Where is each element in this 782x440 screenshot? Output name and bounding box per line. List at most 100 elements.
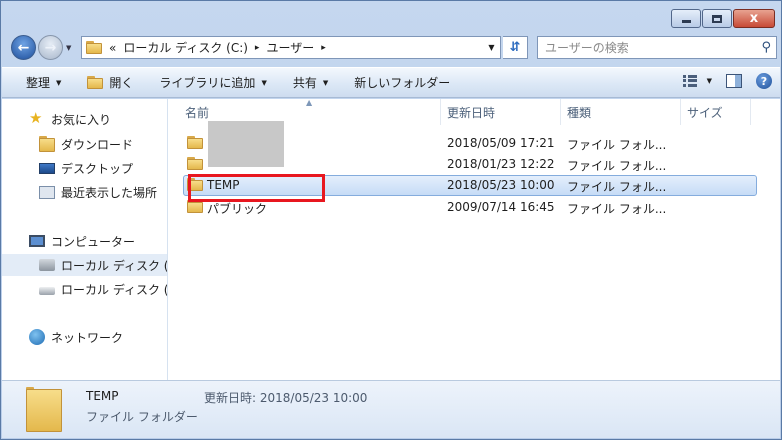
column-size-label: サイズ bbox=[687, 105, 723, 120]
maximize-button[interactable] bbox=[702, 9, 732, 28]
address-bar[interactable]: « ローカル ディスク (C:) ▸ ユーザー ▸ ▼ bbox=[81, 36, 501, 59]
open-folder-icon bbox=[87, 76, 104, 89]
drive-icon bbox=[39, 287, 55, 295]
downloads-folder-icon bbox=[39, 136, 55, 152]
view-options-button[interactable]: ▼ bbox=[682, 75, 712, 87]
table-row[interactable]: 2018/01/23 12:22 ファイル フォル... bbox=[183, 121, 757, 175]
command-bar: 整理 ▼ 開く ライブラリに追加 ▼ 共有 ▼ 新しいフォルダー ▼ ? bbox=[2, 67, 780, 98]
chevron-down-icon: ▼ bbox=[56, 78, 62, 87]
close-icon: x bbox=[749, 11, 759, 26]
navigation-pane[interactable]: ★ お気に入り ダウンロード デスクトップ 最近表示した場所 コンピューター ロ… bbox=[2, 99, 168, 380]
search-icon[interactable]: ⚲ bbox=[761, 40, 771, 55]
refresh-button[interactable]: ⇵ bbox=[503, 36, 528, 59]
file-type: ファイル フォル... bbox=[567, 138, 667, 152]
sidebar-item-local-disk-2[interactable]: ローカル ディスク ( bbox=[2, 278, 168, 300]
folder-icon bbox=[187, 157, 203, 170]
file-type: ファイル フォル... bbox=[567, 202, 667, 216]
address-row: ← → ▼ « ローカル ディスク (C:) ▸ ユーザー ▸ ▼ ⇵ ユーザー… bbox=[9, 34, 777, 62]
column-name-label: 名前 bbox=[185, 105, 210, 120]
file-list[interactable]: ▲ 名前 更新日時 種類 サイズ 2018/05/09 17:21 ファイル フ… bbox=[169, 98, 780, 380]
search-placeholder: ユーザーの検索 bbox=[545, 41, 629, 55]
sidebar-item-label: ローカル ディスク ( bbox=[61, 282, 168, 297]
address-dropdown-button[interactable]: ▼ bbox=[482, 37, 500, 58]
recent-places-icon bbox=[39, 185, 55, 199]
sidebar-item-label: ネットワーク bbox=[51, 330, 124, 345]
main-area: ★ お気に入り ダウンロード デスクトップ 最近表示した場所 コンピューター ロ… bbox=[2, 98, 780, 380]
column-header-type[interactable]: 種類 bbox=[561, 99, 681, 125]
sidebar-item-favorites[interactable]: ★ お気に入り bbox=[2, 108, 167, 130]
sidebar-item-label: 最近表示した場所 bbox=[61, 185, 158, 200]
breadcrumb-users[interactable]: ユーザー bbox=[266, 39, 314, 56]
file-modified: 2018/01/23 12:22 bbox=[447, 157, 555, 171]
sidebar-item-label: コンピューター bbox=[51, 234, 136, 249]
sidebar-item-recent[interactable]: 最近表示した場所 bbox=[2, 181, 167, 203]
preview-pane-icon[interactable] bbox=[726, 74, 742, 88]
maximize-icon bbox=[712, 14, 722, 23]
arrow-left-icon: ← bbox=[17, 39, 30, 56]
large-folder-icon bbox=[26, 387, 62, 432]
folder-icon bbox=[187, 136, 203, 149]
open-button[interactable]: 開く bbox=[87, 74, 133, 91]
star-icon: ★ bbox=[29, 109, 43, 127]
details-modified-label: 更新日時: bbox=[204, 391, 257, 405]
add-to-library-label: ライブラリに追加 bbox=[159, 76, 256, 90]
close-button[interactable]: x bbox=[733, 9, 775, 28]
column-header-modified[interactable]: 更新日時 bbox=[441, 99, 561, 125]
breadcrumb-separator[interactable]: ▸ bbox=[255, 43, 260, 53]
organize-menu[interactable]: 整理 ▼ bbox=[26, 74, 61, 91]
breadcrumb-overflow[interactable]: « bbox=[109, 41, 116, 55]
annotation-highlight-box bbox=[188, 174, 325, 202]
forward-button[interactable]: → bbox=[38, 35, 63, 60]
sidebar-item-desktop[interactable]: デスクトップ bbox=[2, 157, 167, 179]
sidebar-item-downloads[interactable]: ダウンロード bbox=[2, 133, 167, 155]
breadcrumb-separator[interactable]: ▸ bbox=[321, 43, 326, 53]
new-folder-label: 新しいフォルダー bbox=[354, 76, 451, 90]
file-type: ファイル フォル... bbox=[567, 159, 667, 173]
file-modified: 2009/07/14 16:45 bbox=[447, 200, 555, 214]
details-pane: TEMP ファイル フォルダー 更新日時: 2018/05/23 10:00 bbox=[2, 380, 780, 438]
arrow-right-icon: → bbox=[44, 39, 57, 56]
new-folder-button[interactable]: 新しいフォルダー bbox=[354, 74, 450, 91]
column-modified-label: 更新日時 bbox=[447, 105, 496, 120]
details-file-name: TEMP bbox=[86, 389, 119, 403]
network-icon bbox=[29, 329, 45, 345]
share-menu[interactable]: 共有 ▼ bbox=[293, 74, 328, 91]
file-type: ファイル フォル... bbox=[567, 180, 667, 194]
sidebar-item-label: ダウンロード bbox=[61, 137, 134, 152]
details-view-icon bbox=[682, 75, 697, 87]
refresh-icon: ⇵ bbox=[509, 40, 521, 55]
chevron-down-icon: ▼ bbox=[322, 78, 329, 87]
file-modified: 2018/05/23 10:00 bbox=[447, 178, 555, 192]
minimize-button[interactable] bbox=[671, 9, 701, 28]
recent-pages-dropdown[interactable]: ▼ bbox=[66, 44, 71, 52]
back-button[interactable]: ← bbox=[11, 35, 36, 60]
share-label: 共有 bbox=[292, 76, 317, 90]
file-name: パブリック bbox=[207, 202, 268, 216]
help-icon[interactable]: ? bbox=[756, 73, 772, 89]
minimize-icon bbox=[681, 20, 691, 23]
details-file-type: ファイル フォルダー bbox=[86, 410, 198, 424]
computer-icon bbox=[29, 235, 45, 247]
redacted-names bbox=[208, 121, 284, 167]
system-drive-icon bbox=[39, 259, 55, 271]
sidebar-item-label: デスクトップ bbox=[61, 161, 134, 176]
sidebar-item-label: ローカル ディスク ( bbox=[61, 258, 168, 273]
details-modified: 更新日時: 2018/05/23 10:00 bbox=[204, 389, 367, 406]
sidebar-item-local-disk-c[interactable]: ローカル ディスク ( bbox=[2, 254, 168, 276]
folder-icon bbox=[86, 41, 102, 54]
search-input[interactable]: ユーザーの検索 ⚲ bbox=[537, 36, 777, 59]
file-modified: 2018/05/09 17:21 bbox=[447, 136, 555, 150]
organize-label: 整理 bbox=[26, 76, 51, 90]
add-to-library-menu[interactable]: ライブラリに追加 ▼ bbox=[159, 74, 266, 91]
sidebar-item-computer[interactable]: コンピューター bbox=[2, 230, 167, 252]
sidebar-item-network[interactable]: ネットワーク bbox=[2, 326, 167, 348]
chevron-down-icon: ▼ bbox=[706, 77, 712, 85]
details-modified-value: 2018/05/23 10:00 bbox=[259, 391, 368, 405]
open-label: 開く bbox=[109, 76, 134, 90]
breadcrumb-local-disk[interactable]: ローカル ディスク (C:) bbox=[123, 39, 248, 56]
sidebar-item-label: お気に入り bbox=[51, 112, 112, 127]
chevron-down-icon: ▼ bbox=[261, 78, 267, 87]
column-type-label: 種類 bbox=[567, 105, 592, 120]
caption-buttons: x bbox=[671, 9, 775, 28]
column-header-size[interactable]: サイズ bbox=[681, 99, 751, 125]
